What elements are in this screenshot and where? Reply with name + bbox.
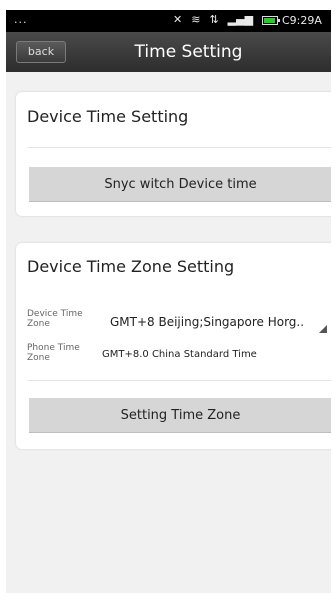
sync-device-time-button[interactable]: Snyc witch Device time	[29, 167, 331, 202]
device-time-card: Device Time Setting Snyc witch Device ti…	[16, 92, 331, 216]
status-bar: ... ✕ ≋ ⇅ ▂▄▆ C9:29A	[6, 10, 331, 32]
mute-icon: ✕	[173, 13, 183, 26]
data-icon: ⇅	[209, 13, 219, 26]
time-zone-card: Device Time Zone Setting Device Time Zon…	[16, 243, 331, 449]
phone-tz-label: Phone Time Zone	[27, 343, 80, 363]
status-icons: ✕ ≋ ⇅ ▂▄▆	[173, 13, 281, 26]
device-tz-select[interactable]: GMT+8 Beijing;Singapore Horg..	[110, 315, 304, 329]
dropdown-arrow-icon[interactable]	[319, 325, 327, 333]
notification-dots: ...	[14, 13, 28, 26]
device-tz-label: Device Time Zone	[27, 309, 83, 329]
page-title: Time Setting	[134, 42, 243, 62]
battery-icon	[262, 15, 281, 25]
phone-tz-value: GMT+8.0 China Standard Time	[102, 349, 257, 360]
setting-time-zone-button[interactable]: Setting Time Zone	[29, 398, 331, 433]
signal-icon: ▂▄▆	[227, 13, 254, 26]
device-time-title: Device Time Setting	[27, 107, 189, 126]
divider	[27, 147, 331, 148]
time-zone-title: Device Time Zone Setting	[27, 257, 235, 276]
divider	[27, 380, 331, 381]
phone-screen: ... ✕ ≋ ⇅ ▂▄▆ C9:29A back Time Setting D…	[6, 10, 331, 593]
status-time: C9:29A	[282, 14, 322, 27]
device-tz-row[interactable]: Device Time Zone GMT+8 Beijing;Singapore…	[27, 309, 331, 337]
phone-tz-row: Phone Time Zone GMT+8.0 China Standard T…	[27, 343, 331, 371]
title-bar: back Time Setting	[6, 32, 331, 72]
wifi-icon: ≋	[191, 13, 201, 26]
